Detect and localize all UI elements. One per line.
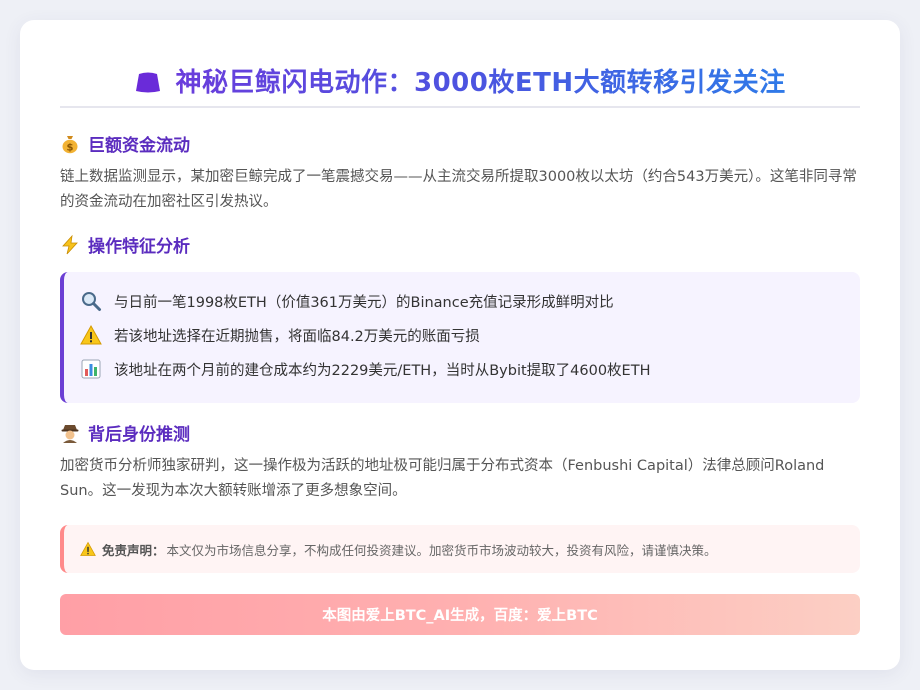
- footer-banner: 本图由爱上BTC_AI生成，百度：爱上BTC: [60, 594, 860, 635]
- money-bag-icon: $: [62, 135, 78, 153]
- section-heading-fund-flow: $ 巨额资金流动: [60, 131, 860, 156]
- article-card: 神秘巨鲸闪电动作：3000枚ETH大额转移引发关注 $ 巨额资金流动 链上数据监…: [20, 20, 900, 670]
- list-item: 与日前一笔1998枚ETH（价值361万美元）的Binance充值记录形成鲜明对…: [80, 284, 844, 318]
- svg-text:$: $: [67, 142, 74, 153]
- magnifier-icon: [82, 292, 101, 311]
- section-heading-identity: 背后身份推测: [60, 420, 860, 445]
- warning-icon: [80, 324, 102, 345]
- list-item: 若该地址选择在近期抛售，将面临84.2万美元的账面亏损: [80, 318, 844, 352]
- title-row: 神秘巨鲸闪电动作：3000枚ETH大额转移引发关注: [60, 20, 860, 108]
- whale-icon: [136, 72, 161, 93]
- footer-text: 本图由爱上BTC_AI生成，百度：爱上BTC: [322, 608, 598, 624]
- lightning-icon: [62, 234, 78, 254]
- section-heading-text: 操作特征分析: [88, 237, 190, 257]
- list-item-text: 若该地址选择在近期抛售，将面临84.2万美元的账面亏损: [114, 328, 480, 345]
- warning-icon: [80, 541, 96, 556]
- section-heading-text: 巨额资金流动: [88, 136, 190, 156]
- analysis-box: 与日前一笔1998枚ETH（价值361万美元）的Binance充值记录形成鲜明对…: [60, 272, 860, 403]
- disclaimer-label: 免责声明：: [102, 542, 165, 558]
- disclaimer-text: 本文仅为市场信息分享，不构成任何投资建议。加密货币市场波动较大，投资有风险，请谨…: [166, 542, 717, 558]
- section-paragraph-fund-flow: 链上数据监测显示，某加密巨鲸完成了一笔震撼交易——从主流交易所提取3000枚以太…: [60, 169, 857, 210]
- list-item: 该地址在两个月前的建仓成本约为2229美元/ETH，当时从Bybit提取了460…: [80, 352, 844, 386]
- disclaimer-box: 免责声明： 本文仅为市场信息分享，不构成任何投资建议。加密货币市场波动较大，投资…: [60, 525, 860, 573]
- section-heading-text: 背后身份推测: [88, 425, 190, 445]
- section-paragraph-identity: 加密货币分析师独家研判，这一操作极为活跃的地址极可能归属于分布式资本（Fenbu…: [60, 458, 825, 499]
- page-title: 神秘巨鲸闪电动作：3000枚ETH大额转移引发关注: [175, 62, 785, 99]
- list-item-text: 该地址在两个月前的建仓成本约为2229美元/ETH，当时从Bybit提取了460…: [114, 362, 651, 379]
- list-item-text: 与日前一笔1998枚ETH（价值361万美元）的Binance充值记录形成鲜明对…: [114, 294, 614, 311]
- bar-chart-icon: [81, 359, 101, 379]
- section-heading-analysis: 操作特征分析: [60, 232, 860, 257]
- detective-icon: [61, 424, 79, 443]
